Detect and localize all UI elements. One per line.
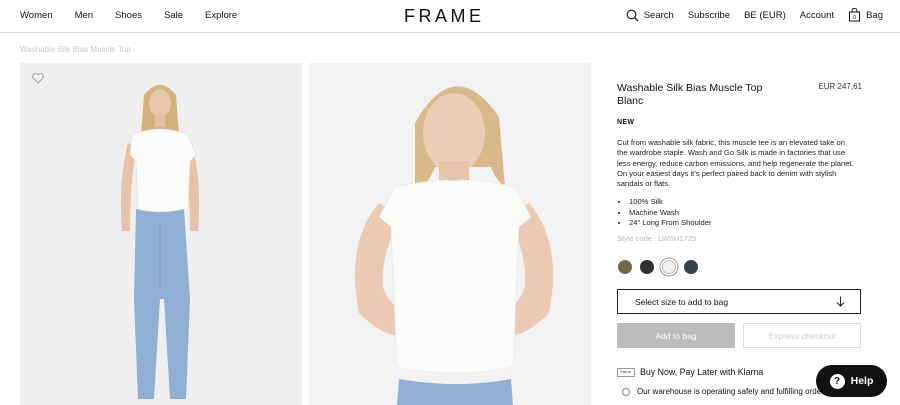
style-code: Style code : LWSH1729 [617,234,697,244]
feature-item: Machine Wash [629,208,862,218]
size-select-label: Select size to add to bag [635,296,729,307]
bag-icon: 0 [849,8,861,22]
klarna-text: Buy Now, Pay Later with Klarna [640,367,764,378]
frame-logo[interactable]: FRAME [404,6,485,27]
utility-nav: Search Subscribe BE (EUR) Account 0 Bag [612,8,883,22]
product-info-panel: Washable Silk Bias Muscle Top Blanc EUR … [617,82,862,396]
currency-selector[interactable]: BE (EUR) [744,10,786,21]
top-navigation-bar: Women Men Shoes Sale Explore FRAME Searc… [0,0,900,33]
feature-item: 24" Long From Shoulder [629,218,862,228]
warehouse-text: Our warehouse is operating safely and fu… [637,387,828,397]
product-price: EUR 247,61 [818,82,862,91]
bag-count: 0 [853,15,856,21]
main-nav: Women Men Shoes Sale Explore [20,10,259,21]
swatch-white[interactable] [662,260,676,275]
search-button[interactable]: Search [626,9,674,22]
question-icon: ? [829,373,845,389]
search-icon [626,9,639,22]
product-description: Cut from washable silk fabric, this musc… [617,138,854,189]
klarna-logo: Klarna. [617,367,635,377]
feature-item: 100% Silk [629,197,862,207]
arrow-down-icon [836,296,845,308]
nav-shoes[interactable]: Shoes [115,10,142,21]
help-button[interactable]: ? Help [816,365,887,397]
add-to-bag-button[interactable]: Add to bag [617,323,735,349]
nav-women[interactable]: Women [20,10,53,21]
swatch-olive[interactable] [618,260,632,275]
search-label: Search [643,9,674,21]
nav-sale[interactable]: Sale [164,10,183,21]
subscribe-link[interactable]: Subscribe [688,10,730,21]
swatch-navy[interactable] [684,260,698,275]
account-link[interactable]: Account [800,10,834,21]
nav-explore[interactable]: Explore [205,10,237,21]
size-select-dropdown[interactable]: Select size to add to bag [617,289,861,315]
bag-button[interactable]: 0 Bag [848,8,883,22]
new-badge: NEW [617,119,635,126]
product-title: Washable Silk Bias Muscle Top Blanc [617,82,763,107]
breadcrumb[interactable]: Washable Silk Bias Muscle Top [20,45,131,54]
nav-men[interactable]: Men [75,10,93,21]
purchase-buttons: Add to bag Express checkout [617,323,861,349]
product-image-full-body[interactable] [20,63,302,405]
color-swatches [617,260,862,275]
model-full-body-illustration [20,63,302,405]
bag-label: Bag [866,9,883,21]
info-icon [622,387,630,396]
feature-list: 100% Silk Machine Wash 24" Long From Sho… [617,197,862,228]
product-image-closeup[interactable] [309,63,591,405]
wishlist-heart-icon[interactable] [32,73,44,84]
model-closeup-illustration [309,63,591,405]
help-label: Help [850,375,874,387]
express-checkout-button[interactable]: Express checkout [743,323,861,349]
swatch-black[interactable] [640,260,654,275]
